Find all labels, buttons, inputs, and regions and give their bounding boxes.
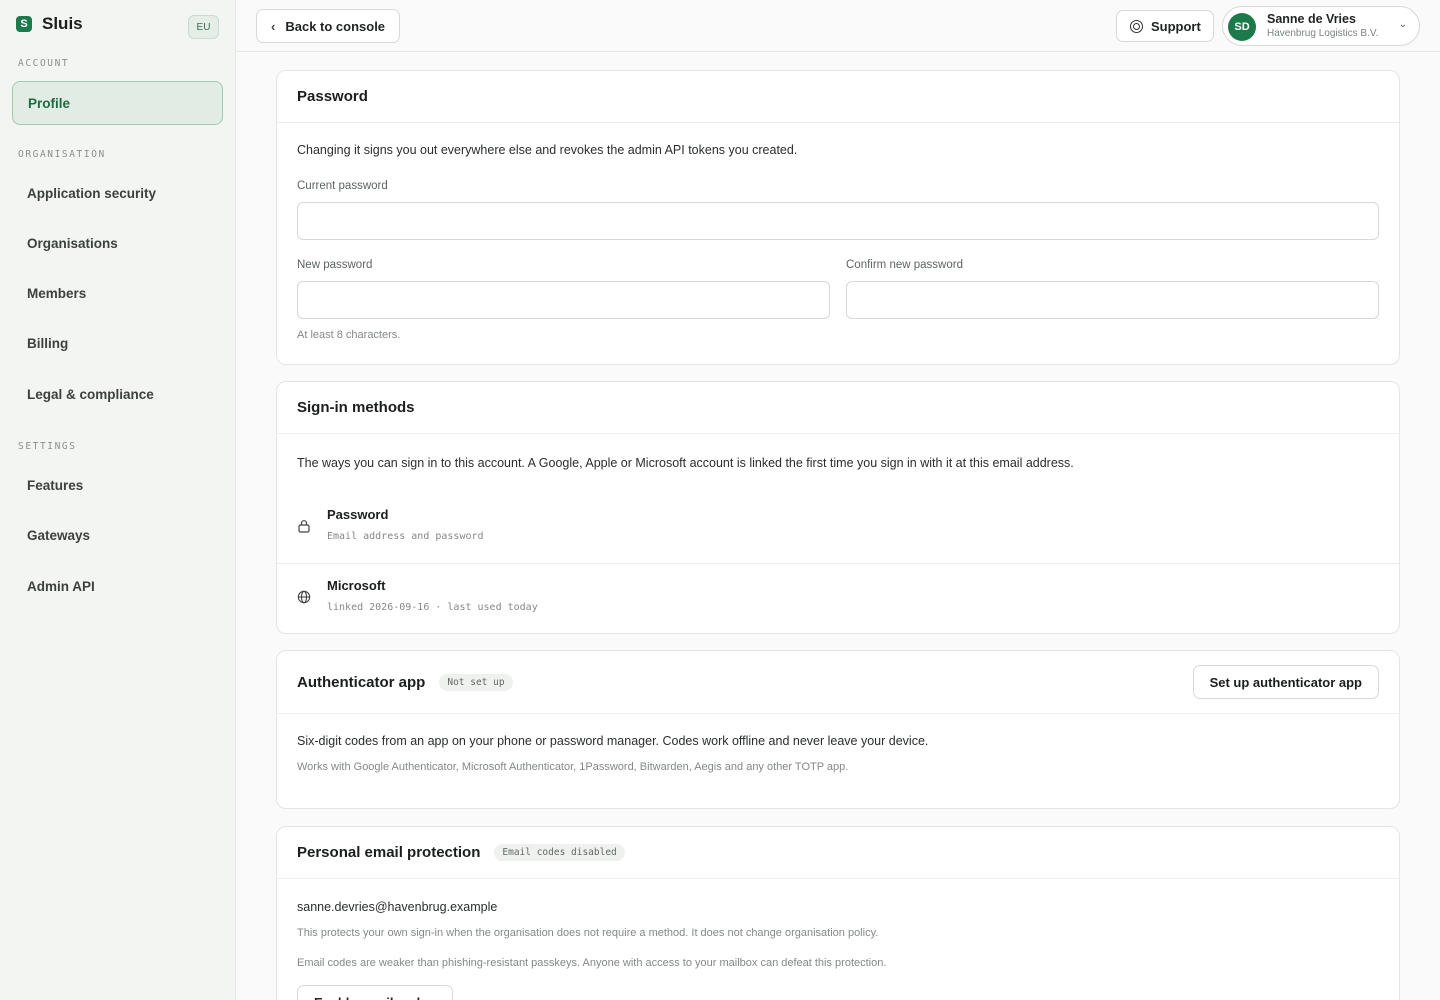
user-organisation: Havenbrug Logistics B.V. — [1267, 28, 1379, 39]
confirm-password-input[interactable] — [846, 281, 1379, 319]
status-badge: Not set up — [439, 673, 513, 691]
password-card: Password Changing it signs you out every… — [276, 70, 1400, 365]
chevron-down-icon: ⌄ — [1398, 19, 1407, 30]
signin-description: The ways you can sign in to this account… — [297, 456, 1074, 470]
support-button-label: Support — [1151, 18, 1201, 34]
chevron-left-icon: ‹ — [271, 18, 276, 34]
password-description: Changing it signs you out everywhere els… — [297, 143, 798, 157]
sidebar-item-admin-api[interactable]: Admin API — [12, 564, 223, 608]
sidebar-item-organisations[interactable]: Organisations — [12, 221, 223, 265]
user-name: Sanne de Vries — [1267, 12, 1356, 26]
email-protection-card: Personal email protection Email codes di… — [276, 826, 1400, 1000]
password-card-title: Password — [297, 88, 368, 105]
email-address: sanne.devries@havenbrug.example — [297, 900, 498, 914]
authenticator-card-title: Authenticator app — [297, 673, 426, 691]
password-hint: At least 8 characters. — [297, 329, 401, 341]
email-protection-card-header: Personal email protection Email codes di… — [277, 827, 1399, 879]
new-password-input[interactable] — [297, 281, 830, 319]
signin-method-microsoft: Microsoft linked 2026-09-16 · last used … — [277, 563, 1399, 633]
sidebar: S Sluis EU ACCOUNT Profile ORGANISATION … — [0, 0, 236, 1000]
user-menu[interactable]: SD Sanne de Vries Havenbrug Logistics B.… — [1222, 6, 1420, 46]
authenticator-note: Works with Google Authenticator, Microso… — [297, 761, 849, 773]
sidebar-item-billing[interactable]: Billing — [12, 321, 223, 365]
signin-methods-card: Sign-in methods The ways you can sign in… — [276, 381, 1400, 634]
password-card-header: Password — [277, 71, 1399, 123]
section-label-organisation: ORGANISATION — [18, 149, 106, 160]
sidebar-item-features[interactable]: Features — [12, 463, 223, 507]
sidebar-item-profile[interactable]: Profile — [12, 81, 223, 125]
new-password-label: New password — [297, 259, 373, 271]
back-to-console-button[interactable]: ‹ Back to console — [256, 9, 400, 43]
lifebuoy-icon — [1130, 19, 1143, 33]
topbar: ‹ Back to console Support SD Sanne de Vr… — [236, 0, 1440, 52]
email-protection-card-title: Personal email protection — [297, 844, 481, 861]
confirm-password-label: Confirm new password — [846, 259, 963, 271]
support-button[interactable]: Support — [1116, 10, 1214, 42]
method-subtitle: Email address and password — [327, 531, 484, 542]
section-label-settings: SETTINGS — [18, 441, 77, 452]
signin-card-header: Sign-in methods — [277, 382, 1399, 434]
enable-email-codes-button[interactable]: Enable email codes — [297, 985, 453, 1000]
status-badge: Email codes disabled — [494, 844, 625, 861]
back-button-label: Back to console — [285, 18, 386, 34]
method-title: Microsoft — [327, 578, 386, 593]
set-up-authenticator-button[interactable]: Set up authenticator app — [1192, 665, 1379, 699]
sidebar-item-members[interactable]: Members — [12, 271, 223, 315]
current-password-label: Current password — [297, 180, 388, 192]
globe-icon — [297, 590, 311, 604]
sidebar-item-application-security[interactable]: Application security — [12, 171, 223, 215]
region-badge: EU — [188, 15, 219, 39]
authenticator-app-card: Authenticator app Not set up Set up auth… — [276, 650, 1400, 809]
sidebar-item-gateways[interactable]: Gateways — [12, 513, 223, 557]
main-content[interactable]: Password Changing it signs you out every… — [236, 52, 1440, 1000]
email-protection-warning: Email codes are weaker than phishing-res… — [297, 957, 887, 969]
section-label-account: ACCOUNT — [18, 58, 70, 69]
sidebar-item-legal-compliance[interactable]: Legal & compliance — [12, 372, 223, 416]
current-password-input[interactable] — [297, 202, 1379, 240]
brand-name: Sluis — [42, 14, 83, 33]
lock-icon — [298, 520, 310, 533]
brand[interactable]: S Sluis — [16, 14, 83, 34]
method-title: Password — [327, 507, 389, 522]
avatar: SD — [1228, 13, 1256, 41]
sluis-logo-icon: S — [16, 16, 32, 32]
email-protection-note: This protects your own sign-in when the … — [297, 927, 879, 939]
authenticator-description: Six-digit codes from an app on your phon… — [297, 734, 929, 748]
signin-method-password: Password Email address and password — [277, 493, 1399, 563]
method-subtitle: linked 2026-09-16 · last used today — [327, 602, 538, 613]
signin-card-title: Sign-in methods — [297, 399, 415, 416]
authenticator-card-header: Authenticator app Not set up Set up auth… — [277, 651, 1399, 714]
